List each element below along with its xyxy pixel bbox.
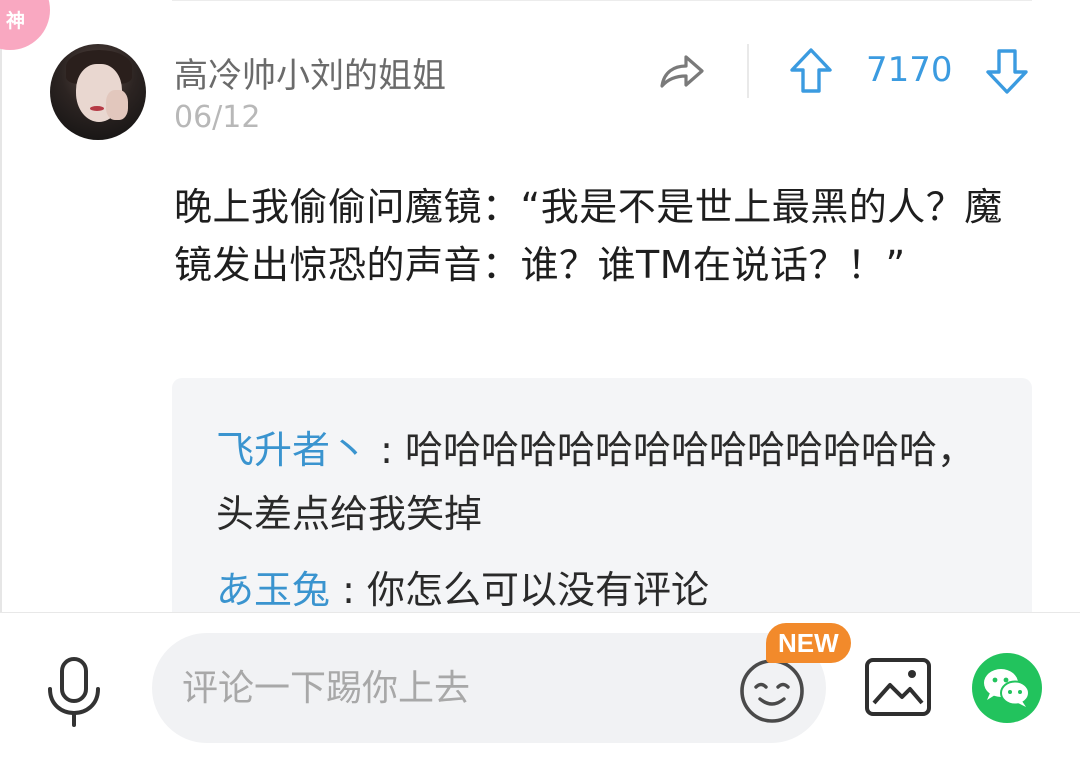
down-arrow-icon (986, 49, 1028, 94)
up-arrow-icon (790, 48, 832, 93)
wechat-share-button[interactable] (972, 653, 1042, 723)
god-comment-badge: 神 (0, 0, 50, 50)
vote-count: 7170 (866, 50, 953, 90)
new-badge: NEW (766, 623, 851, 663)
image-button[interactable] (864, 657, 932, 719)
god-badge-label: 神 (6, 10, 26, 32)
comment-author[interactable]: あ玉兔 (216, 568, 330, 612)
comment-input-bar: NEW (0, 612, 1080, 758)
post-detail-screen: 神 高冷帅小刘的姐姐 06/12 7170 晚上我偷偷问魔镜：“我是不是世上最黑… (0, 0, 1080, 758)
downvote-button[interactable] (984, 46, 1030, 96)
action-divider (747, 44, 749, 98)
comment-separator: : (330, 568, 367, 612)
smiley-icon (740, 659, 804, 723)
upvote-button[interactable] (788, 46, 834, 96)
avatar-lips (90, 106, 104, 111)
microphone-icon (48, 657, 100, 727)
username[interactable]: 高冷帅小刘的姐姐 (174, 48, 446, 97)
wechat-icon (984, 669, 1030, 707)
avatar-hand (106, 90, 128, 120)
comment-separator: : (368, 428, 405, 472)
comment-text: 你怎么可以没有评论 (366, 568, 709, 612)
emoji-button[interactable] (738, 657, 806, 725)
left-border (0, 0, 2, 612)
post-date: 06/12 (174, 100, 261, 135)
post-content: 晚上我偷偷问魔镜：“我是不是世上最黑的人？魔镜发出惊恐的声音：谁？谁TM在说话？… (174, 185, 1003, 287)
avatar[interactable] (50, 44, 146, 140)
share-arrow-icon (660, 55, 704, 88)
comment-input[interactable] (152, 633, 826, 743)
voice-button[interactable] (42, 655, 106, 729)
comment-author[interactable]: 飞升者丶 (216, 428, 368, 472)
share-button[interactable] (656, 48, 708, 96)
image-icon (865, 658, 931, 716)
hot-comments-box[interactable]: 飞升者丶 : 哈哈哈哈哈哈哈哈哈哈哈哈哈哈，头差点给我笑掉 あ玉兔 : 你怎么可… (172, 378, 1032, 638)
comment-item[interactable]: 飞升者丶 : 哈哈哈哈哈哈哈哈哈哈哈哈哈哈，头差点给我笑掉 (216, 418, 996, 546)
top-divider (172, 0, 1032, 1)
